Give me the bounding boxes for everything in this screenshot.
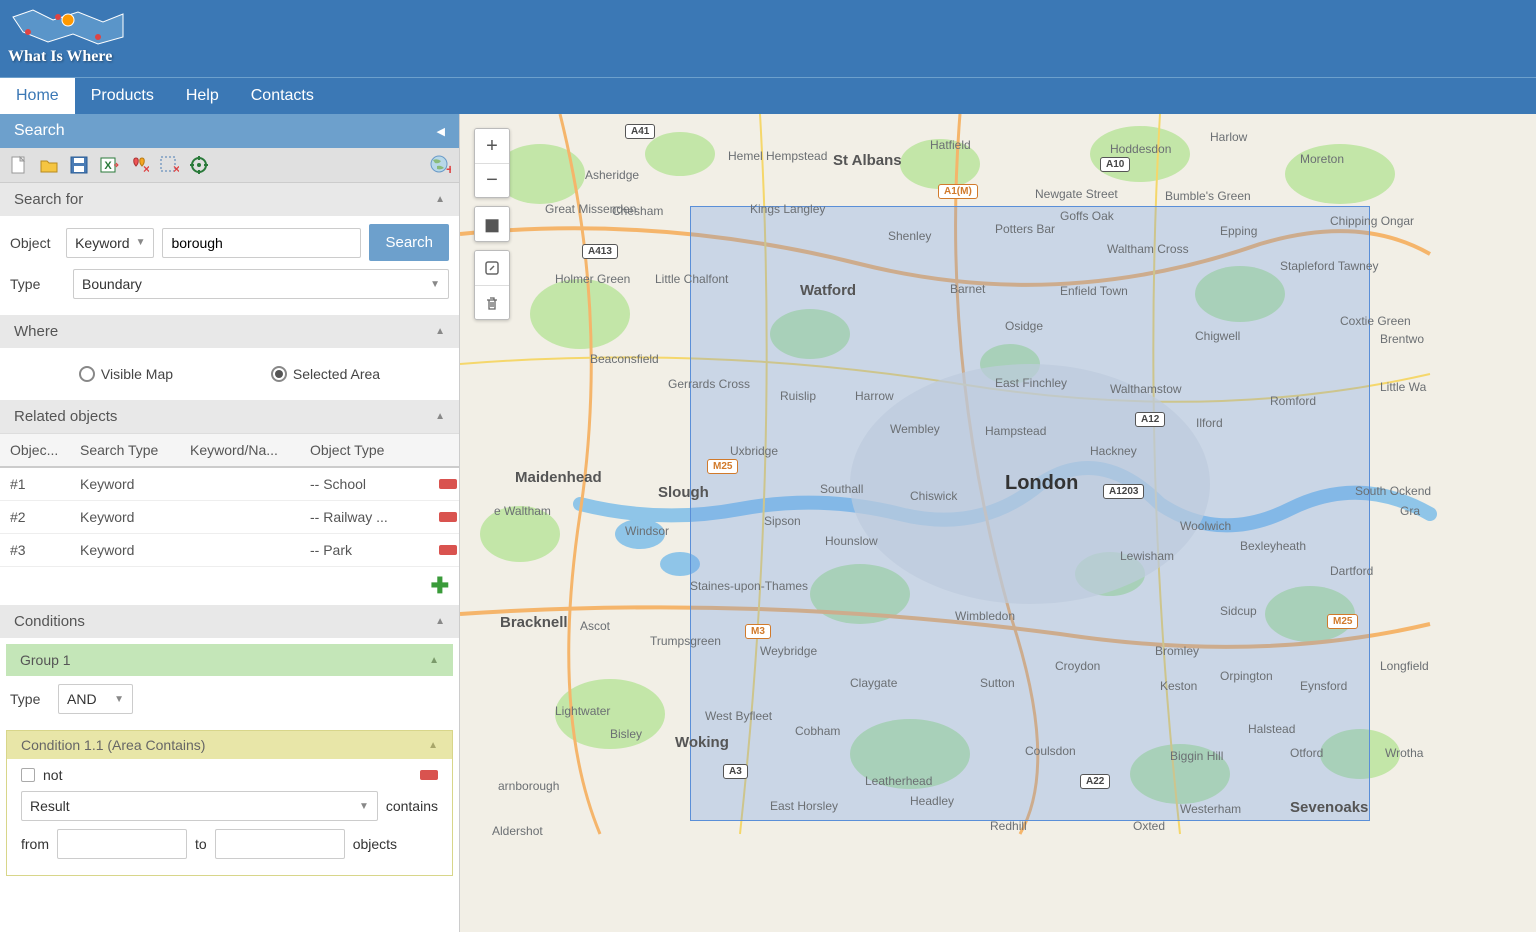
add-related-icon[interactable]: ✚ <box>431 573 449 599</box>
search-for-label: Search for <box>14 191 83 208</box>
type-label: Type <box>10 276 65 292</box>
group-type-label: Type <box>10 691 50 707</box>
main-nav: Home Products Help Contacts <box>0 78 1536 114</box>
logo: What Is Where <box>8 2 128 66</box>
chevron-up-icon: ▲ <box>435 616 445 627</box>
road-badge: A413 <box>582 244 618 259</box>
table-row[interactable]: #2Keyword-- Railway ... <box>0 501 459 534</box>
road-badge: M25 <box>1327 614 1358 629</box>
search-button[interactable]: Search <box>369 224 449 261</box>
result-select[interactable]: Result▼ <box>21 791 378 821</box>
nav-products[interactable]: Products <box>75 78 170 114</box>
target-icon[interactable] <box>186 152 212 178</box>
app-header: What Is Where <box>0 0 1536 78</box>
chevron-up-icon: ▲ <box>428 740 438 751</box>
collapse-icon[interactable]: ◀ <box>437 125 445 138</box>
object-mode-select[interactable]: Keyword▼ <box>66 228 154 258</box>
open-icon[interactable] <box>36 152 62 178</box>
keyword-input[interactable] <box>162 228 361 258</box>
search-for-header[interactable]: Search for ▲ <box>0 183 459 216</box>
chevron-up-icon: ▲ <box>435 411 445 422</box>
zoom-out-button[interactable]: − <box>475 163 509 197</box>
road-badge: A22 <box>1080 774 1110 789</box>
nav-help[interactable]: Help <box>170 78 235 114</box>
road-badge: A3 <box>723 764 748 779</box>
related-table-header: Objec... Search Type Keyword/Na... Objec… <box>0 433 459 468</box>
table-row[interactable]: #3Keyword-- Park <box>0 534 459 567</box>
chevron-up-icon: ▲ <box>435 194 445 205</box>
where-selected-area[interactable]: Selected Area <box>271 366 380 382</box>
type-select[interactable]: Boundary▼ <box>73 269 449 299</box>
save-icon[interactable] <box>66 152 92 178</box>
conditions-header[interactable]: Conditions ▲ <box>0 605 459 638</box>
search-sidebar: Search ◀ X × × + Search for ▲ Object Key… <box>0 114 460 932</box>
road-badge: A41 <box>625 124 655 139</box>
clear-markers-icon[interactable]: × <box>126 152 152 178</box>
where-visible-map[interactable]: Visible Map <box>79 366 173 382</box>
export-excel-icon[interactable]: X <box>96 152 122 178</box>
table-row[interactable]: #1Keyword-- School <box>0 468 459 501</box>
road-badge: A10 <box>1100 157 1130 172</box>
zoom-controls: + − <box>474 128 510 198</box>
svg-text:X: X <box>104 160 112 172</box>
delete-shape-button[interactable] <box>475 285 509 319</box>
panel-title-text: Search <box>14 122 65 140</box>
object-label: Object <box>10 235 58 251</box>
from-input[interactable] <box>57 829 187 859</box>
delete-condition-icon[interactable] <box>420 770 438 780</box>
road-badge: A1(M) <box>938 184 978 199</box>
selection-rectangle[interactable] <box>690 206 1370 821</box>
not-label: not <box>43 767 62 783</box>
where-header[interactable]: Where ▲ <box>0 315 459 348</box>
to-input[interactable] <box>215 829 345 859</box>
globe-add-icon[interactable]: + <box>427 152 453 178</box>
condition-header[interactable]: Condition 1.1 (Area Contains) ▲ <box>7 731 452 759</box>
toolbar: X × × + <box>0 148 459 183</box>
svg-text:×: × <box>143 162 149 175</box>
road-badge: M25 <box>707 459 738 474</box>
zoom-in-button[interactable]: + <box>475 129 509 163</box>
road-badge: A12 <box>1135 412 1165 427</box>
map[interactable]: St AlbansHatfieldHoddesdonHarlowMoretonH… <box>460 114 1536 932</box>
group-header[interactable]: Group 1 ▲ <box>6 644 453 676</box>
nav-home[interactable]: Home <box>0 78 75 114</box>
new-icon[interactable] <box>6 152 32 178</box>
panel-title: Search ◀ <box>0 114 459 148</box>
group-type-select[interactable]: AND▼ <box>58 684 133 714</box>
where-label: Where <box>14 323 58 340</box>
chevron-up-icon: ▲ <box>435 326 445 337</box>
nav-contacts[interactable]: Contacts <box>235 78 330 114</box>
stop-draw-button[interactable]: ◼ <box>475 207 509 241</box>
delete-row-icon[interactable] <box>439 479 457 489</box>
to-label: to <box>195 836 207 852</box>
road-badge: A1203 <box>1103 484 1144 499</box>
chevron-up-icon: ▲ <box>429 655 439 666</box>
clear-selection-icon[interactable]: × <box>156 152 182 178</box>
road-badge: M3 <box>745 624 771 639</box>
from-label: from <box>21 836 49 852</box>
contains-label: contains <box>386 798 438 814</box>
conditions-label: Conditions <box>14 613 85 630</box>
edit-shape-button[interactable] <box>475 251 509 285</box>
delete-row-icon[interactable] <box>439 545 457 555</box>
svg-text:+: + <box>446 161 451 176</box>
svg-text:×: × <box>173 162 179 175</box>
delete-row-icon[interactable] <box>439 512 457 522</box>
related-label: Related objects <box>14 408 117 425</box>
related-header[interactable]: Related objects ▲ <box>0 400 459 433</box>
not-checkbox[interactable] <box>21 768 35 782</box>
objects-label: objects <box>353 836 397 852</box>
